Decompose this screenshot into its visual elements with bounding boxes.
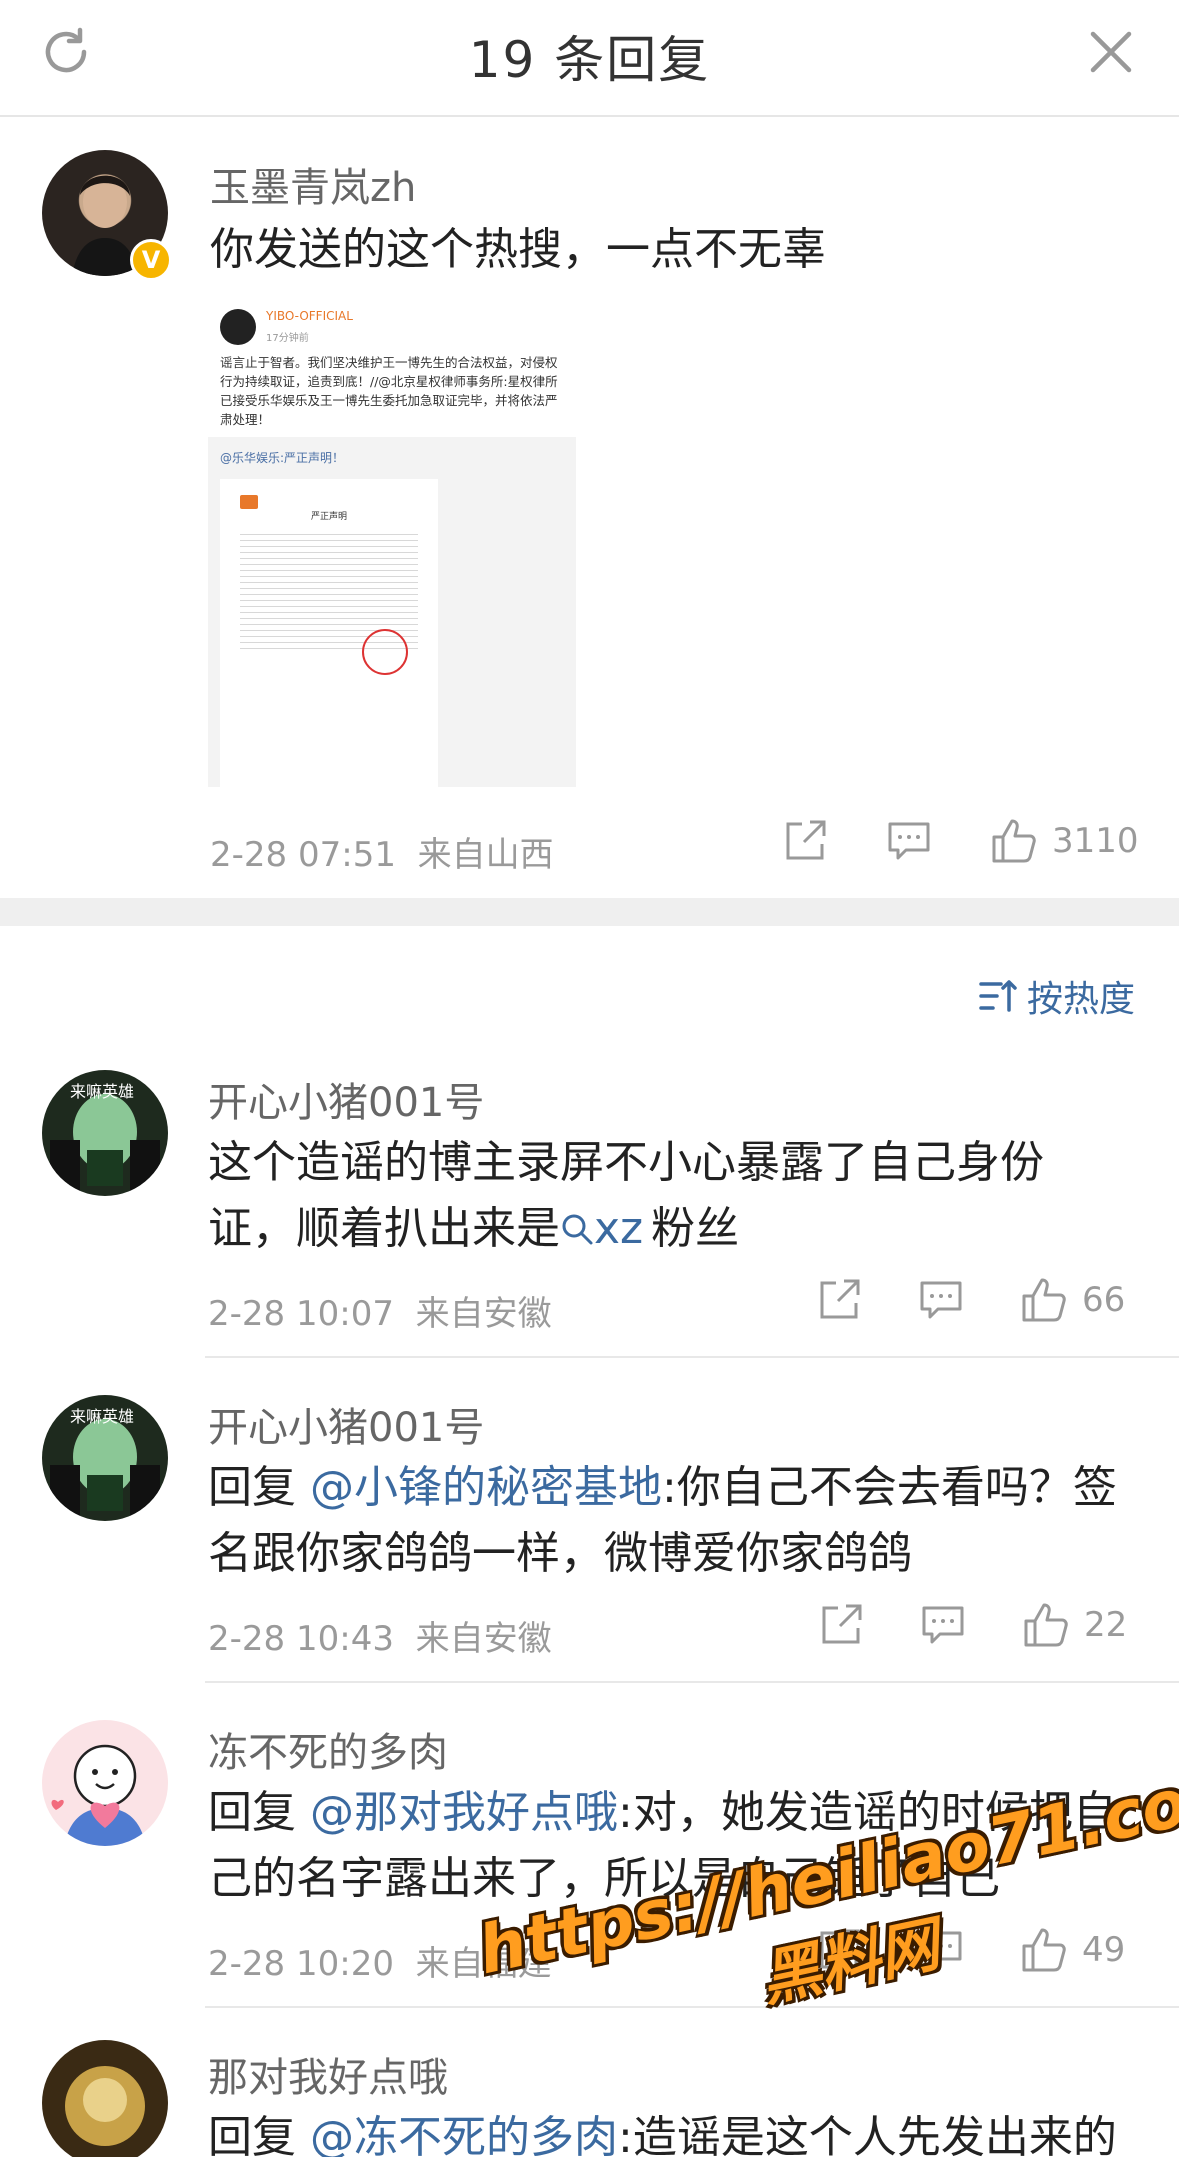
reply-text: 这个造谣的博主录屏不小心暴露了自己身份 证，顺着扒出来是 xz 粉丝 bbox=[208, 1130, 1044, 1262]
close-icon[interactable] bbox=[1083, 24, 1139, 80]
comment-time: 2-28 07:51 bbox=[210, 835, 396, 875]
reply-username[interactable]: 冻不死的多肉 bbox=[208, 1720, 448, 1778]
like-icon bbox=[992, 819, 1036, 863]
reply-text-line: 这个造谣的博主录屏不小心暴露了自己身份 bbox=[208, 1137, 1044, 1188]
reply-timestamp: 2-28 10:43 来自安徽 bbox=[208, 1611, 552, 1660]
doc-logo bbox=[240, 495, 258, 509]
embedded-account: YIBO-OFFICIAL bbox=[266, 309, 353, 323]
avatar-label: 来嘛英雄 bbox=[70, 1407, 135, 1426]
comment-icon[interactable] bbox=[886, 818, 932, 864]
like-button[interactable]: 22 bbox=[1022, 1601, 1127, 1649]
comment-actions: 3110 bbox=[782, 817, 1139, 865]
reply-username[interactable]: 开心小猪001号 bbox=[208, 1395, 484, 1453]
top-bar: 19 条回复 bbox=[0, 0, 1179, 117]
reply-time: 2-28 10:43 bbox=[208, 1619, 394, 1659]
reply-item: 来嘛英雄 开心小猪001号 回复 @小锋的秘密基地:你自己不会去看吗？签 名跟你… bbox=[0, 1385, 1179, 1683]
embedded-body: 谣言止于智者。我们坚决维护王一博先生的合法权益，对侵权行为持续取证，追责到底！/… bbox=[220, 355, 558, 427]
like-icon bbox=[1024, 1603, 1068, 1647]
topic-text: xz bbox=[594, 1203, 644, 1254]
avatar-label: 来嘛英雄 bbox=[70, 1082, 135, 1101]
doc-seal bbox=[362, 629, 408, 675]
reply-location: 来自安徽 bbox=[415, 1619, 552, 1659]
reply-word: 回复 bbox=[208, 1462, 296, 1513]
embedded-document: 严正声明 bbox=[220, 479, 438, 787]
like-count: 22 bbox=[1084, 1605, 1128, 1645]
embedded-time: 17分钟前 bbox=[266, 333, 309, 344]
comment-location: 来自山西 bbox=[417, 835, 554, 875]
reply-username[interactable]: 开心小猪001号 bbox=[208, 1070, 484, 1128]
section-divider bbox=[0, 898, 1179, 926]
comment-icon[interactable] bbox=[918, 1277, 964, 1323]
reply-text: 回复 @小锋的秘密基地:你自己不会去看吗？签 名跟你家鸽鸽一样，微博爱你家鸽鸽 bbox=[208, 1455, 1117, 1587]
row-divider bbox=[205, 1356, 1179, 1358]
topic-link[interactable]: xz bbox=[560, 1203, 643, 1254]
reply-text-line: :造谣是这个人先发出来的 bbox=[618, 2112, 1117, 2157]
avatar[interactable]: 来嘛英雄 bbox=[42, 1395, 168, 1521]
verified-badge-icon: V bbox=[130, 239, 172, 281]
share-icon[interactable] bbox=[816, 1277, 862, 1323]
avatar[interactable] bbox=[42, 1720, 168, 1846]
comment-timestamp: 2-28 07:51 来自山西 bbox=[210, 827, 554, 876]
page-title: 19 条回复 bbox=[468, 31, 711, 89]
sort-by-hot-button[interactable]: 按热度 bbox=[977, 970, 1135, 1022]
reply-text-tail: 粉丝 bbox=[651, 1203, 740, 1254]
share-icon[interactable] bbox=[782, 818, 828, 864]
share-icon[interactable] bbox=[818, 1602, 864, 1648]
main-comment: V 玉墨青岚zh 你发送的这个热搜，一点不无辜 YIBO-OFFICIAL 17… bbox=[0, 117, 1179, 897]
like-icon bbox=[1022, 1278, 1066, 1322]
doc-title: 严正声明 bbox=[310, 512, 347, 522]
reply-timestamp: 2-28 10:07 来自安徽 bbox=[208, 1286, 552, 1335]
reply-location: 来自安徽 bbox=[415, 1294, 552, 1334]
reply-time: 2-28 10:20 bbox=[208, 1944, 394, 1984]
embedded-repost: @乐华娱乐:严正声明！ bbox=[220, 451, 345, 465]
like-button[interactable]: 66 bbox=[1020, 1276, 1125, 1324]
reply-username[interactable]: 那对我好点哦 bbox=[208, 2045, 448, 2103]
like-count: 3110 bbox=[1052, 821, 1139, 861]
comment-icon[interactable] bbox=[920, 1602, 966, 1648]
mention-link[interactable]: @那对我好点哦 bbox=[310, 1787, 618, 1838]
sort-icon bbox=[979, 980, 1017, 1012]
avatar[interactable]: 来嘛英雄 bbox=[42, 1070, 168, 1196]
reply-item: 来嘛英雄 开心小猪001号 这个造谣的博主录屏不小心暴露了自己身份 证，顺着扒出… bbox=[0, 1060, 1179, 1358]
reply-text-line: 证，顺着扒出来是 bbox=[208, 1203, 560, 1254]
row-divider bbox=[205, 1681, 1179, 1683]
mention-link[interactable]: @小锋的秘密基地 bbox=[310, 1462, 662, 1513]
reply-word: 回复 bbox=[208, 2112, 296, 2157]
like-count: 66 bbox=[1082, 1280, 1126, 1320]
embedded-screenshot[interactable]: YIBO-OFFICIAL 17分钟前 谣言止于智者。我们坚决维护王一博先生的合… bbox=[208, 297, 576, 787]
reply-text-line: 名跟你家鸽鸽一样，微博爱你家鸽鸽 bbox=[208, 1528, 912, 1579]
mention-link[interactable]: @冻不死的多肉 bbox=[310, 2112, 618, 2157]
comment-text: 你发送的这个热搜，一点不无辜 bbox=[210, 224, 826, 275]
reply-time: 2-28 10:07 bbox=[208, 1294, 394, 1334]
sort-label: 按热度 bbox=[1026, 979, 1135, 1020]
reply-actions: 66 bbox=[816, 1276, 1125, 1324]
comment-username[interactable]: 玉墨青岚zh bbox=[210, 155, 416, 213]
like-button[interactable]: 3110 bbox=[990, 817, 1139, 865]
avatar[interactable] bbox=[42, 2040, 168, 2157]
embedded-avatar bbox=[220, 309, 256, 345]
reply-word: 回复 bbox=[208, 1787, 296, 1838]
reply-actions: 22 bbox=[818, 1601, 1127, 1649]
search-icon bbox=[562, 1214, 593, 1245]
reply-text-line: :你自己不会去看吗？签 bbox=[662, 1462, 1117, 1513]
reply-text: 回复 @冻不死的多肉:造谣是这个人先发出来的 bbox=[208, 2105, 1117, 2157]
